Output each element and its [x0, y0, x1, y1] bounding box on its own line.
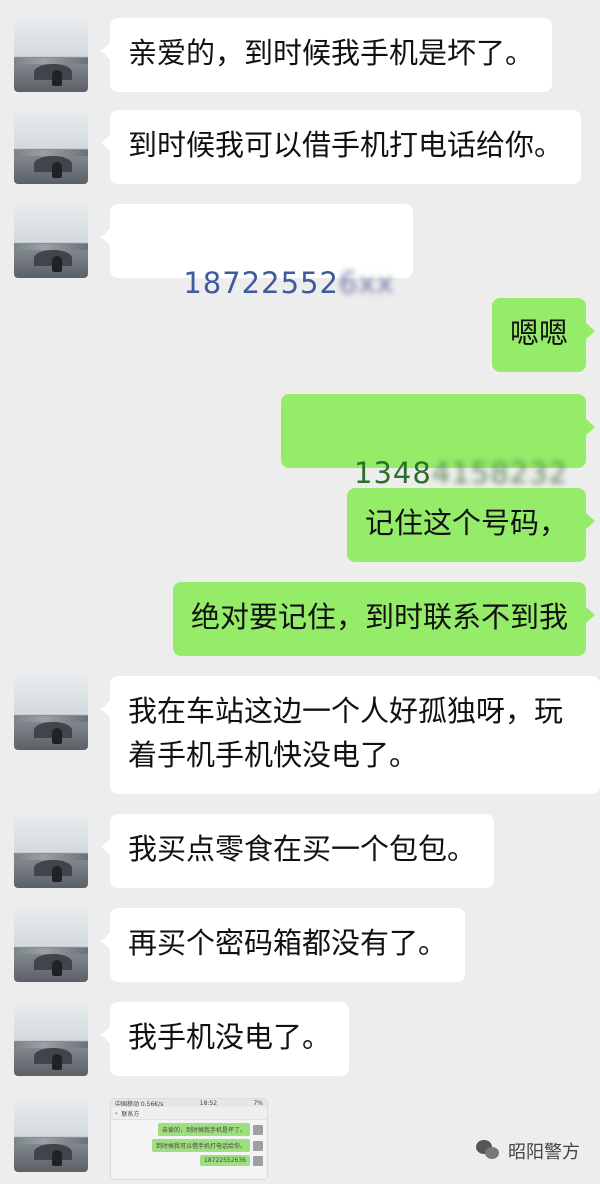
screenshot-message: 到时候我可以借手机打电话给你。 [115, 1139, 263, 1152]
phone-number-blurred: 6xx [338, 266, 395, 300]
wechat-icon [476, 1140, 502, 1162]
screenshot-avatar [253, 1124, 263, 1135]
watermark: 昭阳警方 [476, 1138, 580, 1164]
contact-avatar[interactable] [14, 1098, 88, 1172]
screenshot-message-text: 18722552636 [200, 1155, 250, 1166]
watermark-text: 昭阳警方 [508, 1142, 580, 1163]
contact-avatar[interactable] [14, 110, 88, 184]
phone-number-bubble[interactable]: 187225526xx [101, 204, 413, 300]
screenshot-contact-name: 联系方 [121, 1110, 140, 1118]
message-bubble[interactable]: 亲爱的，到时候我手机是坏了。 [100, 18, 553, 92]
message-bubble[interactable]: 我买点零食在买一个包包。 [100, 814, 495, 888]
phone-number-visible: 18722552 [183, 266, 339, 300]
screenshot-avatar [253, 1140, 263, 1151]
message-bubble[interactable]: 我手机没电了。 [100, 1002, 350, 1076]
screenshot-message: 亲爱的，到时候我手机是坏了。 [115, 1123, 263, 1136]
screenshot-status-left: 中国移动 0.56K/s [115, 1100, 164, 1108]
message-bubble[interactable]: 嗯嗯 [491, 298, 596, 372]
message-bubble[interactable]: 到时候我可以借手机打电话给你。 [100, 110, 582, 184]
screenshot-message-text: 亲爱的，到时候我手机是坏了。 [157, 1123, 250, 1136]
screenshot-status-battery: 7% [253, 1099, 263, 1107]
screenshot-message: 18722552636 [115, 1155, 263, 1166]
contact-avatar[interactable] [14, 676, 88, 750]
phone-number-visible: 1348 [354, 456, 432, 490]
image-message-screenshot[interactable]: 中国移动 0.56K/s 18:52 7% ‹ 联系方 亲爱的，到时候我手机是坏… [110, 1098, 268, 1180]
contact-avatar[interactable] [14, 908, 88, 982]
message-bubble[interactable]: 记住这个号码， [346, 488, 596, 562]
screenshot-back-icon: ‹ [115, 1109, 118, 1117]
contact-avatar[interactable] [14, 204, 88, 278]
contact-avatar[interactable] [14, 1002, 88, 1076]
message-bubble[interactable]: 绝对要记住，到时联系不到我 [172, 582, 596, 656]
message-bubble[interactable]: 再买个密码箱都没有了。 [100, 908, 466, 982]
screenshot-status-time: 18:52 [199, 1099, 218, 1107]
screenshot-message-text: 到时候我可以借手机打电话给你。 [151, 1139, 250, 1152]
phone-number-bubble[interactable]: 13484158232 [280, 394, 596, 490]
screenshot-status-bar: 中国移动 0.56K/s 18:52 7% [111, 1099, 267, 1108]
contact-avatar[interactable] [14, 18, 88, 92]
contact-avatar[interactable] [14, 814, 88, 888]
chat-thread: 亲爱的，到时候我手机是坏了。 到时候我可以借手机打电话给你。 187225526… [0, 0, 600, 1184]
screenshot-avatar [253, 1155, 263, 1166]
message-bubble[interactable]: 我在车站这边一个人好孤独呀，玩 着手机手机快没电了。 [101, 676, 600, 794]
screenshot-header: ‹ 联系方 [111, 1107, 267, 1120]
